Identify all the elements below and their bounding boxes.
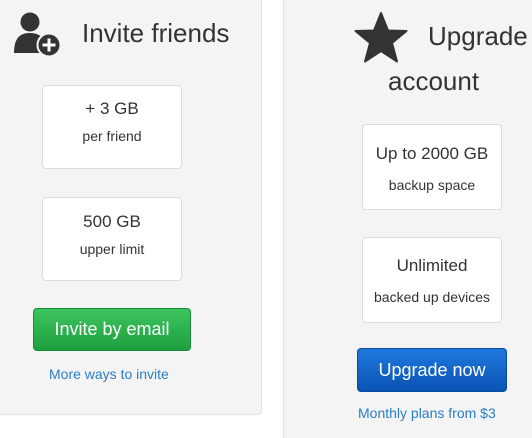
upper-limit-card: 500 GB upper limit <box>42 197 182 281</box>
more-ways-to-invite-link[interactable]: More ways to invite <box>49 366 169 382</box>
add-user-icon <box>13 12 62 65</box>
card-value: Unlimited <box>396 256 468 275</box>
card-subtitle: per friend <box>82 128 142 144</box>
upgrade-title-line1: Upgrade <box>428 21 528 51</box>
upgrade-now-button[interactable]: Upgrade now <box>357 348 507 392</box>
card-subtitle: backup space <box>388 177 476 193</box>
card-value: + 3 GB <box>85 99 139 118</box>
bonus-per-friend-card: + 3 GB per friend <box>42 85 182 169</box>
monthly-plans-link[interactable]: Monthly plans from $3 <box>358 405 496 421</box>
invite-friends-title: Invite friends <box>82 18 230 48</box>
backup-space-card: Up to 2000 GB backup space <box>362 124 502 210</box>
card-subtitle: upper limit <box>79 241 145 257</box>
card-subtitle: backed up devices <box>374 289 490 305</box>
card-value: Up to 2000 GB <box>375 144 489 163</box>
backed-up-devices-card: Unlimited backed up devices <box>362 237 502 323</box>
card-value: 500 GB <box>83 212 141 231</box>
star-icon <box>354 12 408 69</box>
invite-friends-panel: Invite friends + 3 GB per friend 500 GB … <box>0 0 262 415</box>
invite-by-email-button[interactable]: Invite by email <box>33 308 191 351</box>
upgrade-title-line2: account <box>388 66 480 96</box>
